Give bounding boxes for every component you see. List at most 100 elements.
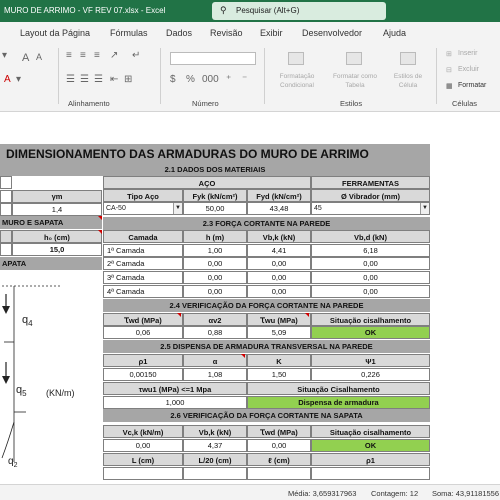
font-color-dropdown-icon[interactable]: ▾	[16, 74, 21, 85]
accounting-icon[interactable]: $	[170, 74, 176, 85]
blank-cell[interactable]	[0, 190, 12, 203]
status-sum[interactable]: Soma: 43,91181556	[432, 489, 499, 498]
rho1-value[interactable]: 0,00150	[103, 368, 183, 381]
twu-value[interactable]: 5,09	[247, 326, 311, 339]
table-row-camada[interactable]: 3ª Camada	[103, 271, 183, 284]
align-right-icon[interactable]: ☰	[94, 74, 103, 85]
align-top-icon[interactable]: ≡	[66, 50, 72, 61]
increase-decimal-icon[interactable]: ⁺	[226, 74, 231, 85]
blank-cell[interactable]	[0, 243, 12, 256]
tab-dados[interactable]: Dados	[166, 28, 192, 38]
h0-value[interactable]: 15,0	[12, 243, 102, 256]
comment-indicator[interactable]	[241, 354, 245, 358]
twd-footing-value[interactable]: 0,00	[247, 439, 311, 452]
format-table-icon[interactable]	[346, 52, 362, 65]
blank-cell[interactable]	[0, 176, 12, 189]
table-row-h[interactable]: 1,00	[183, 244, 247, 257]
font-size-icon[interactable]: ▾	[2, 50, 7, 61]
tab-ajuda[interactable]: Ajuda	[383, 28, 406, 38]
format-table-button[interactable]: Formatar como Tabela	[326, 72, 384, 90]
tau-wu1-value[interactable]: 1,000	[103, 396, 247, 409]
indent-icon[interactable]: ⇤	[110, 74, 118, 85]
insert-button[interactable]: Inserir	[458, 50, 477, 57]
alpha-v2-value[interactable]: 0,88	[183, 326, 247, 339]
tab-formulas[interactable]: Fórmulas	[110, 28, 148, 38]
table-row-camada[interactable]: 1ª Camada	[103, 244, 183, 257]
comment-indicator[interactable]	[177, 313, 181, 317]
tools-band: FERRAMENTAS	[311, 176, 430, 189]
number-format-dropdown[interactable]	[170, 52, 256, 65]
status-badge[interactable]: OK	[311, 326, 430, 339]
table-row-h[interactable]: 0,00	[183, 285, 247, 298]
status-badge[interactable]: OK	[311, 439, 430, 452]
table-row-vbk[interactable]: 0,00	[247, 271, 311, 284]
table-row-vbd[interactable]: 0,00	[311, 257, 430, 270]
fyk-header: Fyk (kN/cm²)	[183, 189, 247, 202]
psi1-value[interactable]: 0,226	[311, 368, 430, 381]
delete-button[interactable]: Excluir	[458, 66, 479, 73]
blank-cell[interactable]	[247, 467, 311, 480]
steel-type-select[interactable]: CA-50 ▼	[103, 202, 183, 215]
chevron-down-icon[interactable]: ▼	[173, 203, 182, 214]
table-row-vbk[interactable]: 4,41	[247, 244, 311, 257]
comment-indicator[interactable]	[98, 230, 102, 234]
orientation-icon[interactable]: ↗	[110, 50, 118, 61]
k-value[interactable]: 1,50	[247, 368, 311, 381]
align-middle-icon[interactable]: ≡	[80, 50, 86, 61]
cell-styles-icon[interactable]	[400, 52, 416, 65]
tab-desenvolvedor[interactable]: Desenvolvedor	[302, 28, 362, 38]
chevron-down-icon[interactable]: ▼	[420, 203, 429, 214]
gamma-header: γm	[12, 190, 102, 203]
table-row-camada[interactable]: 2ª Camada	[103, 257, 183, 270]
table-row-vbd[interactable]: 6,18	[311, 244, 430, 257]
vbk-footing-value[interactable]: 4,37	[183, 439, 247, 452]
fyk-value[interactable]: 50,00	[183, 202, 247, 215]
wrap-text-icon[interactable]: ↵	[132, 50, 140, 61]
blank-cell[interactable]	[311, 467, 430, 480]
comment-indicator[interactable]	[305, 313, 309, 317]
vibrator-select[interactable]: 45 ▼	[311, 202, 430, 215]
fyd-value[interactable]: 43,48	[247, 202, 311, 215]
format-button[interactable]: Formatar	[458, 82, 486, 89]
decrease-decimal-icon[interactable]: ⁻	[242, 74, 247, 85]
align-left-icon[interactable]: ☰	[66, 74, 75, 85]
table-row-vbk[interactable]: 0,00	[247, 257, 311, 270]
table-row-h[interactable]: 0,00	[183, 257, 247, 270]
tab-revisao[interactable]: Revisão	[210, 28, 243, 38]
alpha-value[interactable]: 1,08	[183, 368, 247, 381]
conditional-format-icon[interactable]	[288, 52, 304, 65]
grow-font-icon[interactable]: A	[22, 52, 29, 64]
blank-cell[interactable]	[0, 230, 12, 243]
align-center-icon[interactable]: ☰	[80, 74, 89, 85]
align-bottom-icon[interactable]: ≡	[94, 50, 100, 61]
percent-icon[interactable]: %	[186, 74, 195, 85]
ribbon-separator	[160, 48, 161, 104]
search-box[interactable]: ⚲ Pesquisar (Alt+G)	[212, 2, 386, 20]
status-badge[interactable]: Dispensa de armadura	[247, 396, 430, 409]
conditional-format-button[interactable]: Formatação Condicional	[270, 72, 324, 90]
status-average[interactable]: Média: 3,659317963	[288, 489, 356, 498]
blank-cell[interactable]	[0, 203, 12, 216]
comma-style-icon[interactable]: 000	[202, 74, 219, 85]
insert-icon: ⊞	[446, 51, 452, 58]
vck-value[interactable]: 0,00	[103, 439, 183, 452]
comment-indicator[interactable]	[98, 216, 102, 220]
tab-exibir[interactable]: Exibir	[260, 28, 283, 38]
table-row-vbk[interactable]: 0,00	[247, 285, 311, 298]
blank-cell[interactable]	[183, 467, 247, 480]
shrink-font-icon[interactable]: A	[36, 52, 42, 62]
font-color-icon[interactable]: A	[4, 74, 11, 85]
gamma-value[interactable]: 1,4	[12, 203, 102, 216]
vck-header: Vc,k (kN/m)	[103, 425, 183, 438]
table-row-vbd[interactable]: 0,00	[311, 271, 430, 284]
table-row-camada[interactable]: 4ª Camada	[103, 285, 183, 298]
blank-cell[interactable]	[103, 467, 183, 480]
cell-styles-button[interactable]: Estilos de Célula	[386, 72, 430, 90]
tab-layout[interactable]: Layout da Página	[20, 28, 90, 38]
table-row-vbd[interactable]: 0,00	[311, 285, 430, 298]
table-row-h[interactable]: 0,00	[183, 271, 247, 284]
merge-icon[interactable]: ⊞	[124, 74, 132, 85]
window-title: MURO DE ARRIMO - VF REV 07.xlsx - Excel	[4, 6, 166, 15]
status-count[interactable]: Contagem: 12	[371, 489, 418, 498]
twd-value[interactable]: 0,06	[103, 326, 183, 339]
